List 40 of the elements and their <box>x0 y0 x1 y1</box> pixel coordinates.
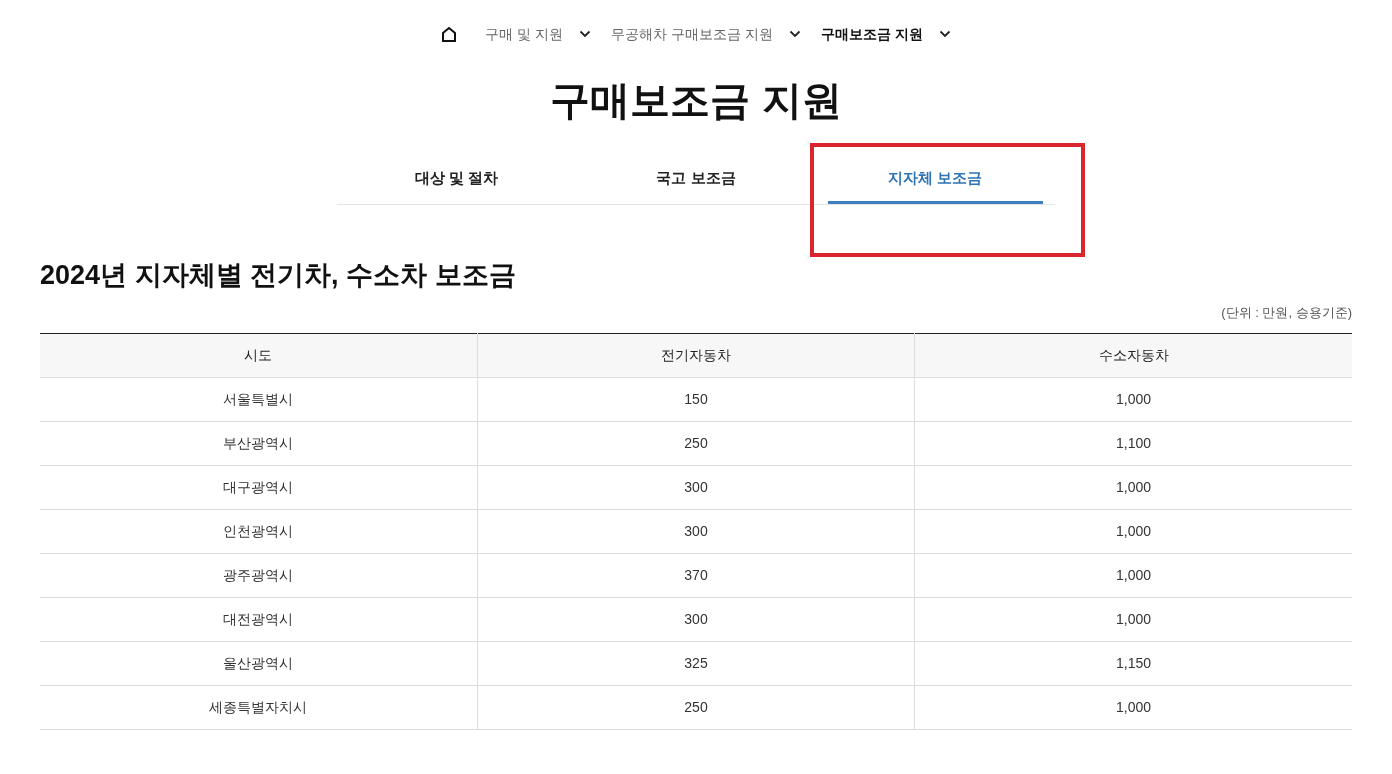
table-cell: 250 <box>477 421 915 465</box>
tab[interactable]: 지자체 보조금 <box>827 156 1043 204</box>
table-cell: 250 <box>477 685 915 729</box>
table-cell: 370 <box>477 553 915 597</box>
breadcrumb-link[interactable]: 구매보조금 지원 <box>820 23 923 45</box>
section-title: 2024년 지자체별 전기차, 수소차 보조금 <box>40 259 517 292</box>
table-cell: 300 <box>477 465 915 509</box>
page-title: 구매보조금 지원 <box>550 77 842 124</box>
table-cell: 부산광역시 <box>40 421 478 465</box>
table-cell: 1,000 <box>914 509 1352 553</box>
column-header: 수소자동차 <box>914 333 1352 377</box>
table-cell: 대전광역시 <box>40 597 478 641</box>
table-cell: 1,000 <box>914 685 1352 729</box>
breadcrumb-link[interactable]: 무공해차 구매보조금 지원 <box>611 23 773 45</box>
table-cell: 1,150 <box>914 641 1352 685</box>
table-cell: 150 <box>477 377 915 421</box>
table-cell: 1,000 <box>914 465 1352 509</box>
tab[interactable]: 국고 보조금 <box>588 156 804 204</box>
unit-note: (단위 : 만원, 승용기준) <box>1221 304 1352 322</box>
table-cell: 300 <box>477 597 915 641</box>
table-cell: 325 <box>477 641 915 685</box>
table-cell: 1,100 <box>914 421 1352 465</box>
table-cell: 대구광역시 <box>40 465 478 509</box>
table-cell: 300 <box>477 509 915 553</box>
table-cell: 1,000 <box>914 553 1352 597</box>
chevron-down-icon[interactable] <box>938 30 951 38</box>
table-cell: 인천광역시 <box>40 509 478 553</box>
home-icon[interactable] <box>441 26 458 42</box>
table-cell: 서울특별시 <box>40 377 478 421</box>
table-cell: 광주광역시 <box>40 553 478 597</box>
chevron-down-icon[interactable] <box>788 30 801 38</box>
column-header: 시도 <box>40 333 478 377</box>
table-cell: 1,000 <box>914 377 1352 421</box>
table-cell: 세종특별자치시 <box>40 685 478 729</box>
tab[interactable]: 대상 및 절차 <box>349 156 565 204</box>
breadcrumb-link[interactable]: 구매 및 지원 <box>485 23 564 45</box>
table-cell: 1,000 <box>914 597 1352 641</box>
chevron-down-icon[interactable] <box>579 30 592 38</box>
table-cell: 울산광역시 <box>40 641 478 685</box>
column-header: 전기자동차 <box>477 333 915 377</box>
